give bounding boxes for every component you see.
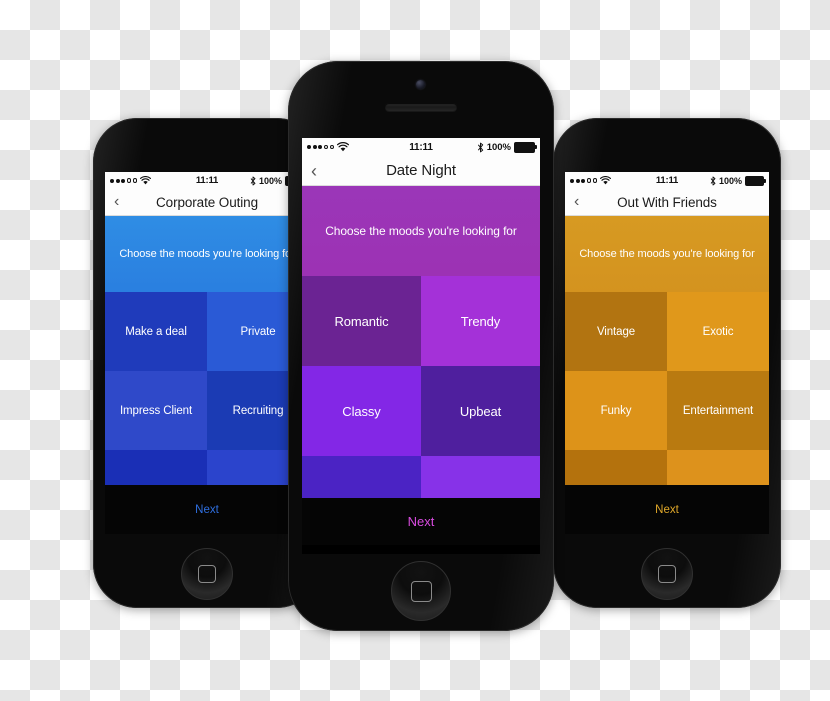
phone-screen-right: 11:11 100% ‹ Out With Friends Choose the… bbox=[565, 172, 769, 534]
home-button[interactable] bbox=[641, 548, 693, 600]
mood-tile-label: Entertainment bbox=[682, 404, 754, 417]
mood-tile-label: Romantic bbox=[334, 313, 389, 329]
chevron-left-icon[interactable]: ‹ bbox=[311, 162, 317, 180]
moods-banner-label: Choose the moods you're looking for bbox=[325, 224, 517, 238]
mood-grid: Make a deal Private Impress Client Recru… bbox=[105, 292, 309, 485]
mood-tile[interactable]: Make a deal bbox=[105, 292, 207, 371]
mood-tile-label: Funky bbox=[600, 404, 632, 417]
mood-tile[interactable]: Impress Client bbox=[105, 371, 207, 450]
mood-tile-label: Exotic bbox=[702, 325, 734, 338]
nav-bar: ‹ Date Night bbox=[302, 156, 540, 186]
home-square-icon bbox=[410, 580, 432, 602]
battery-full-icon bbox=[745, 175, 766, 186]
moods-banner: Choose the moods you're looking for bbox=[302, 186, 540, 276]
mood-tile[interactable] bbox=[105, 450, 207, 485]
mood-tile[interactable] bbox=[421, 456, 540, 498]
page-title: Corporate Outing bbox=[156, 194, 258, 210]
battery-percent-label: 100% bbox=[486, 141, 511, 153]
mood-tile[interactable]: Romantic bbox=[302, 276, 421, 366]
front-camera-icon bbox=[416, 80, 425, 89]
mood-tile[interactable]: Entertainment bbox=[667, 371, 769, 450]
mood-tile[interactable]: Classy bbox=[302, 366, 421, 456]
mood-tile-label: Make a deal bbox=[125, 325, 187, 338]
status-bar: 11:11 100% bbox=[565, 172, 769, 189]
next-button-label[interactable]: Next bbox=[655, 504, 679, 516]
mood-grid: Romantic Trendy Classy Upbeat bbox=[302, 276, 540, 498]
mood-tile-label: Private bbox=[240, 325, 276, 338]
mood-tile[interactable]: Funky bbox=[565, 371, 667, 450]
moods-banner-label: Choose the moods you're looking for bbox=[119, 248, 295, 260]
status-bar-right: 100% bbox=[477, 141, 537, 153]
battery-full-icon bbox=[514, 141, 537, 153]
next-button-label[interactable]: Next bbox=[195, 504, 219, 516]
phone-screen-center: 11:11 100% ‹ Date Night Choose the moods… bbox=[302, 138, 540, 554]
chevron-left-icon[interactable]: ‹ bbox=[114, 194, 119, 210]
home-square-icon bbox=[658, 565, 676, 583]
mood-tile[interactable]: Exotic bbox=[667, 292, 769, 371]
mood-tile-label: Upbeat bbox=[459, 403, 502, 419]
chevron-left-icon[interactable]: ‹ bbox=[574, 194, 579, 210]
mood-tile[interactable] bbox=[667, 450, 769, 485]
mood-tile[interactable]: Vintage bbox=[565, 292, 667, 371]
next-bar[interactable]: Next bbox=[302, 498, 540, 545]
bluetooth-icon bbox=[477, 142, 483, 152]
status-bar-right: 100% bbox=[710, 175, 766, 186]
battery-percent-label: 100% bbox=[258, 175, 282, 186]
home-button[interactable] bbox=[181, 548, 233, 600]
nav-bar: ‹ Corporate Outing bbox=[105, 189, 309, 216]
phone-device-left: 11:11 100% ‹ Corporate Outing Choose the… bbox=[93, 118, 321, 608]
bluetooth-icon bbox=[250, 176, 256, 185]
next-button-label[interactable]: Next bbox=[408, 514, 435, 529]
mood-tile-label: Trendy bbox=[460, 313, 501, 329]
mood-tile-label: Classy bbox=[342, 403, 381, 419]
page-title: Date Night bbox=[386, 162, 456, 179]
nav-bar: ‹ Out With Friends bbox=[565, 189, 769, 216]
mood-tile-label: Vintage bbox=[596, 325, 636, 338]
moods-banner: Choose the moods you're looking for bbox=[565, 216, 769, 292]
battery-percent-label: 100% bbox=[718, 175, 742, 186]
mood-tile-label: Recruiting bbox=[232, 404, 284, 417]
next-bar[interactable]: Next bbox=[565, 485, 769, 534]
phone-device-right: 11:11 100% ‹ Out With Friends Choose the… bbox=[553, 118, 781, 608]
earpiece-speaker-icon bbox=[385, 103, 457, 111]
moods-banner-label: Choose the moods you're looking for bbox=[579, 248, 755, 260]
home-square-icon bbox=[198, 565, 216, 583]
page-title: Out With Friends bbox=[617, 194, 717, 210]
moods-banner: Choose the moods you're looking for bbox=[105, 216, 309, 292]
mood-tile[interactable] bbox=[302, 456, 421, 498]
mood-tile[interactable]: Trendy bbox=[421, 276, 540, 366]
home-button[interactable] bbox=[391, 561, 451, 621]
mood-grid: Vintage Exotic Funky Entertainment bbox=[565, 292, 769, 485]
bluetooth-icon bbox=[710, 176, 716, 185]
phone-device-center: 11:11 100% ‹ Date Night Choose the moods… bbox=[288, 61, 554, 631]
next-bar[interactable]: Next bbox=[105, 485, 309, 534]
mood-tile[interactable]: Upbeat bbox=[421, 366, 540, 456]
phone-screen-left: 11:11 100% ‹ Corporate Outing Choose the… bbox=[105, 172, 309, 534]
status-bar: 11:11 100% bbox=[105, 172, 309, 189]
status-bar: 11:11 100% bbox=[302, 138, 540, 156]
phone-mockup-stage: 11:11 100% ‹ Corporate Outing Choose the… bbox=[0, 0, 830, 701]
mood-tile-label: Impress Client bbox=[119, 404, 193, 417]
mood-tile[interactable] bbox=[565, 450, 667, 485]
